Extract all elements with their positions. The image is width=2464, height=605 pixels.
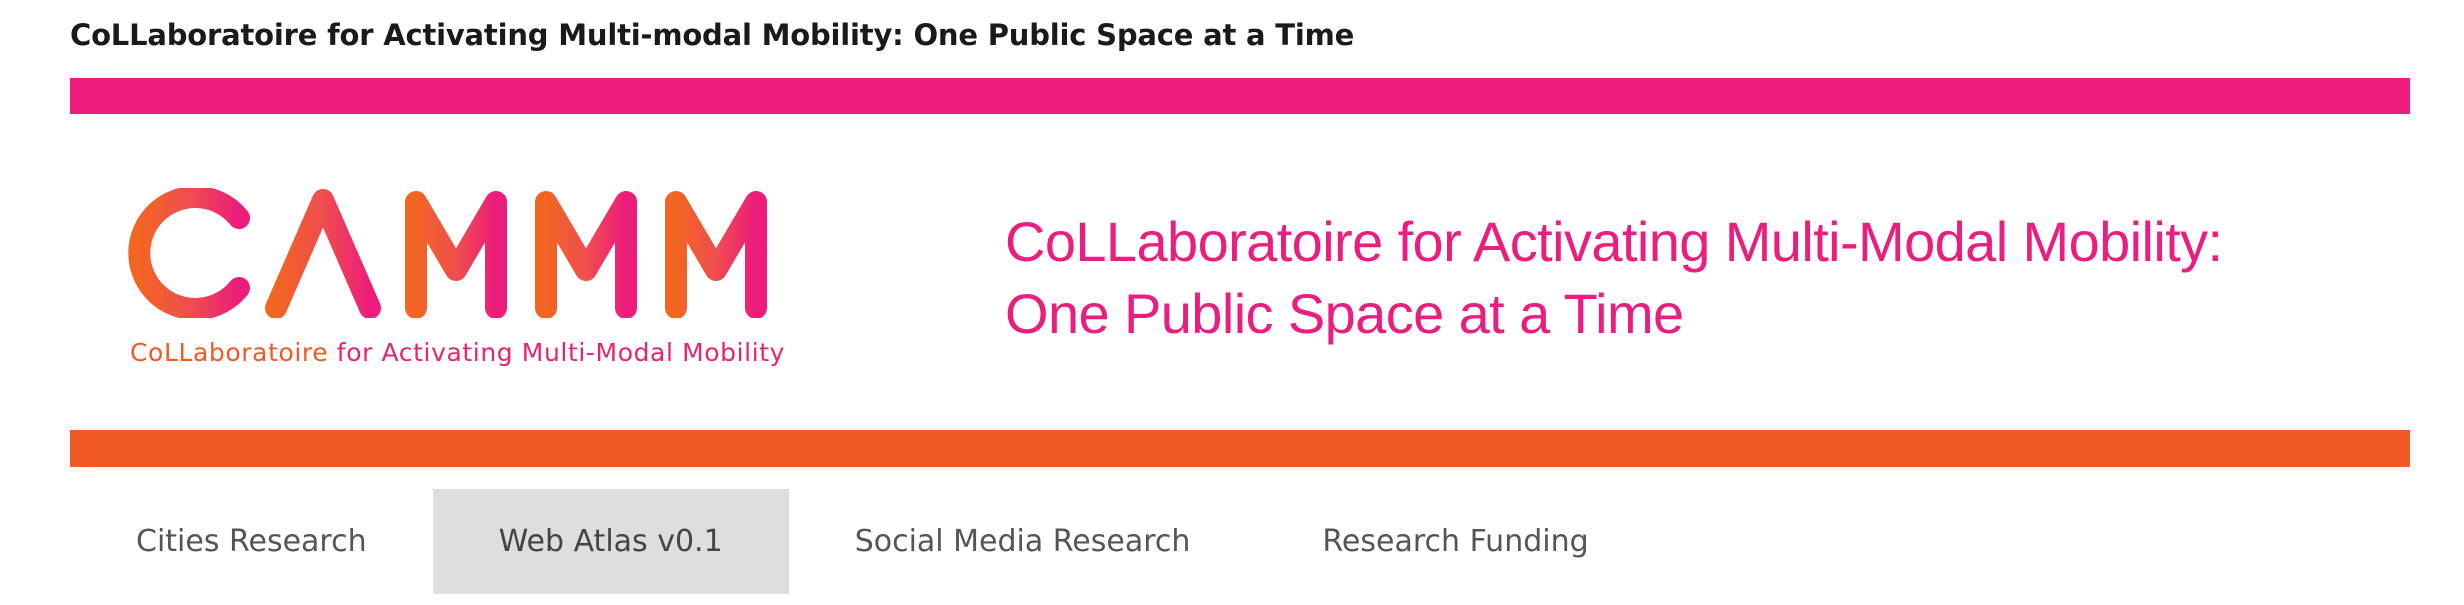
nav-item-research-funding[interactable]: Research Funding [1256, 489, 1654, 594]
main-navigation: Cities Research Web Atlas v0.1 Social Me… [70, 489, 1655, 594]
nav-item-web-atlas[interactable]: Web Atlas v0.1 [432, 489, 789, 594]
cammm-logo[interactable]: CoLLaboratoire for Activating Multi-Moda… [126, 188, 856, 388]
tagline-line1: CoLLaboratoire for Activating Multi-Moda… [1005, 210, 2223, 273]
logo-subtitle-part2: for Activating Multi-Modal Mobility [328, 338, 786, 367]
orange-divider-bar [70, 430, 2410, 467]
tagline-line2: One Public Space at a Time [1005, 282, 1684, 345]
header-banner[interactable]: CoLLaboratoire for Activating Multi-Moda… [70, 114, 2410, 434]
logo-subtitle-part1: CoLLaboratoire [130, 338, 329, 367]
nav-item-cities-research[interactable]: Cities Research [70, 489, 433, 594]
banner-tagline: CoLLaboratoire for Activating Multi-Moda… [1005, 206, 2223, 350]
pink-divider-bar [70, 78, 2410, 114]
nav-item-social-media-research[interactable]: Social Media Research [789, 489, 1257, 594]
cammm-logo-subtitle: CoLLaboratoire for Activating Multi-Moda… [130, 338, 785, 367]
cammm-logo-letters [128, 188, 767, 318]
site-title[interactable]: CoLLaboratoire for Activating Multi-moda… [70, 18, 1354, 52]
